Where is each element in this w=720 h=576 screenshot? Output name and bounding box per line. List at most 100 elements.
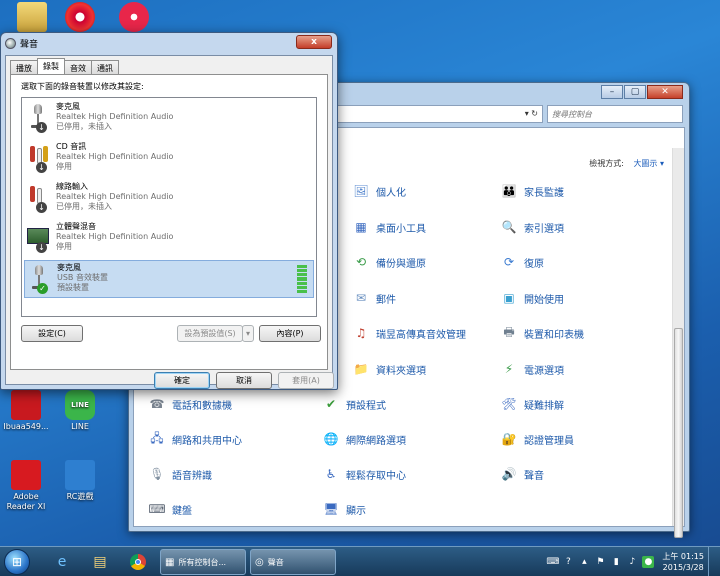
- cp-item-label: 郵件: [376, 294, 396, 306]
- cp-item[interactable]: 🔐 認證管理員: [500, 430, 574, 448]
- properties-button[interactable]: 內容(P): [259, 325, 321, 342]
- device-item[interactable]: ↓ 立體聲混音 Realtek High Definition Audio 停用: [24, 220, 314, 258]
- help-icon[interactable]: ?: [562, 556, 574, 568]
- set-default-dropdown-button[interactable]: ▾: [242, 325, 254, 342]
- network-sharing-icon: 🖧: [150, 430, 164, 445]
- cp-item-label: 家長監護: [524, 187, 564, 199]
- cp-item[interactable]: 🌐 網際網路選項: [322, 430, 406, 448]
- cp-item[interactable]: 🖧 網路和共用中心: [148, 430, 242, 448]
- dialog-close-button[interactable]: x: [296, 35, 332, 49]
- show-desktop-button[interactable]: [708, 547, 716, 576]
- taskbar-button-sound[interactable]: ◎ 聲音: [250, 549, 336, 575]
- cp-item[interactable]: ♫ 瑞昱高傳真音效管理: [352, 324, 466, 342]
- cp-item-label: 個人化: [376, 187, 406, 199]
- desktop-icon-line[interactable]: LINE LINE: [52, 390, 108, 432]
- cp-item-label: 網路和共用中心: [172, 435, 242, 447]
- cp-item-label: 開始使用: [524, 294, 564, 306]
- keyboard-icon[interactable]: ⌨: [546, 556, 559, 568]
- action-center-icon[interactable]: ⚑: [594, 556, 606, 568]
- clock-date: 2015/3/28: [662, 563, 704, 572]
- ease-of-access-icon: ♿: [325, 467, 337, 481]
- search-input[interactable]: 搜尋控制台: [547, 105, 683, 123]
- set-default-button[interactable]: 設為預設值(S): [177, 325, 243, 342]
- cp-item[interactable]: ✔ 預設程式: [322, 395, 386, 413]
- rc-game-icon: [65, 460, 95, 490]
- credential-manager-icon: 🔐: [501, 432, 517, 446]
- chrome-icon[interactable]: [122, 550, 154, 574]
- file-explorer-icon[interactable]: ▤: [84, 550, 116, 574]
- cp-item[interactable]: ♿ 輕鬆存取中心: [322, 465, 406, 483]
- cp-item[interactable]: 🖶 裝置和印表機: [500, 324, 584, 342]
- maximize-button[interactable]: ▢: [624, 85, 646, 99]
- apply-button[interactable]: 套用(A): [278, 372, 334, 389]
- cp-item[interactable]: 👪 家長監護: [500, 182, 564, 200]
- cp-item[interactable]: ▣ 開始使用: [500, 289, 564, 307]
- cp-item-label: 輕鬆存取中心: [346, 470, 406, 482]
- cp-item-label: 資料夾選項: [376, 365, 426, 377]
- personalization-icon: 🖼: [353, 184, 369, 198]
- cp-item[interactable]: ⟲ 備份與還原: [352, 253, 426, 271]
- dvd-icon: [65, 2, 95, 32]
- cp-item[interactable]: ✉ 郵件: [352, 289, 396, 307]
- scrollbar-thumb[interactable]: [674, 328, 683, 538]
- cp-item-label: 電源選項: [524, 365, 564, 377]
- tab-recording[interactable]: 錄製: [37, 58, 65, 74]
- getting-started-icon: ▣: [503, 291, 515, 305]
- close-button[interactable]: ✕: [647, 85, 683, 99]
- cp-item[interactable]: ⚡ 電源選項: [500, 360, 564, 378]
- cancel-button[interactable]: 取消: [216, 372, 272, 389]
- desktop-icon-dvd[interactable]: [52, 2, 108, 34]
- desktop-icon-rc-game[interactable]: RC遊戲: [52, 460, 108, 502]
- cp-item[interactable]: ☎ 電話和數據機: [148, 395, 232, 413]
- device-item[interactable]: ↓ 線路輸入 Realtek High Definition Audio 已停用…: [24, 180, 314, 218]
- cp-item[interactable]: 🖥 顯示: [322, 500, 366, 518]
- cp-item-label: 認證管理員: [524, 435, 574, 447]
- sound-dialog: 聲音 x 播放 錄製 音效 通訊 選取下面的錄音裝置以修改其設定: ↓ 麥克風 …: [0, 32, 338, 390]
- cp-item[interactable]: ⌨ 鍵盤: [148, 500, 192, 518]
- tab-sounds[interactable]: 音效: [64, 60, 92, 74]
- network-icon[interactable]: ▮: [610, 556, 622, 568]
- tray-chevron-icon[interactable]: ▴: [578, 556, 590, 568]
- cp-item[interactable]: 🎙 語音辨識: [148, 465, 212, 483]
- volume-icon[interactable]: ♪: [626, 556, 638, 568]
- keyboard-icon: ⌨: [148, 502, 166, 516]
- desktop-icon-adobe-reader[interactable]: Adobe Reader XI: [0, 460, 54, 512]
- cp-item[interactable]: ⟳ 復原: [500, 253, 544, 271]
- cp-item[interactable]: 🛠 疑難排解: [500, 395, 564, 413]
- view-by-label: 檢視方式:: [589, 159, 624, 168]
- recording-tab-panel: 選取下面的錄音裝置以修改其設定: ↓ 麥克風 Realtek High Defi…: [10, 74, 328, 370]
- clock[interactable]: 上午 01:15 2015/3/28: [662, 551, 704, 573]
- device-item[interactable]: ↓ 麥克風 Realtek High Definition Audio 已停用，…: [24, 100, 314, 138]
- window-caption-buttons: – ▢ ✕: [601, 85, 683, 99]
- cp-item[interactable]: 🔊 聲音: [500, 465, 544, 483]
- cp-item[interactable]: 🔍 索引選項: [500, 218, 564, 236]
- cd-audio-jack-icon: ↓: [26, 142, 50, 174]
- cp-item-label: 鍵盤: [172, 505, 192, 517]
- desktop-icon-itunes[interactable]: [106, 2, 162, 34]
- cp-item[interactable]: 🖼 個人化: [352, 182, 406, 200]
- cp-item-label: 疑難排解: [524, 400, 564, 412]
- configure-button[interactable]: 設定(C): [21, 325, 83, 342]
- start-button[interactable]: ⊞: [4, 549, 30, 575]
- speech-recognition-icon: 🎙: [149, 467, 165, 481]
- dialog-title: 聲音: [20, 39, 39, 50]
- desktop-icon-1[interactable]: Ibuaa549...: [0, 390, 54, 432]
- minimize-button[interactable]: –: [601, 85, 623, 99]
- tab-communications[interactable]: 通訊: [91, 60, 119, 74]
- speaker-icon: ◎: [255, 556, 264, 568]
- cp-item[interactable]: 📁 資料夾選項: [352, 360, 426, 378]
- line-tray-icon[interactable]: ●: [642, 556, 655, 568]
- cp-item-label: 預設程式: [346, 400, 386, 412]
- taskbar-button-control-panel[interactable]: ▦ 所有控制台...: [160, 549, 246, 575]
- device-item-selected[interactable]: ✓ 麥克風 USB 音效裝置 預設裝置: [24, 260, 314, 298]
- tab-playback[interactable]: 播放: [10, 60, 38, 74]
- cp-item-label: 索引選項: [524, 223, 564, 235]
- cp-item[interactable]: ▦ 桌面小工具: [352, 218, 426, 236]
- scrollbar[interactable]: [672, 148, 684, 538]
- default-device-check-icon: ✓: [37, 283, 48, 294]
- view-by-dropdown[interactable]: 大圖示 ▾: [633, 158, 664, 169]
- ok-button[interactable]: 確定: [154, 372, 210, 389]
- device-item[interactable]: ↓ CD 音訊 Realtek High Definition Audio 停用: [24, 140, 314, 178]
- internet-explorer-icon[interactable]: e: [46, 550, 78, 574]
- line-in-jack-icon: ↓: [26, 182, 50, 214]
